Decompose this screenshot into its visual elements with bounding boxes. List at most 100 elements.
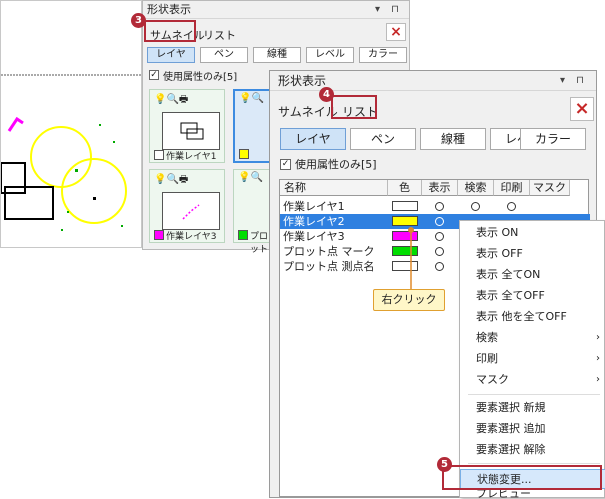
thumbnail-shape xyxy=(182,204,200,220)
segment-layer[interactable]: レイヤ xyxy=(280,128,346,150)
row-name: プロット点 測点名 xyxy=(283,260,375,273)
thumbnail-tool-icons: 💡🔍 xyxy=(238,172,263,183)
cad-point xyxy=(67,211,69,213)
row-color-swatch[interactable] xyxy=(392,201,418,211)
menu-item-search[interactable]: 検索 › xyxy=(460,328,605,348)
display-toggle-icon[interactable] xyxy=(435,217,444,226)
panel-title: 形状表示 xyxy=(278,74,327,88)
menu-item-display-on[interactable]: 表示 ON xyxy=(460,223,605,243)
row-name: プロット点 マーク xyxy=(283,245,375,258)
thumbnail-shape xyxy=(180,122,204,140)
menu-item-display-others-off[interactable]: 表示 他を全てOFF xyxy=(460,307,605,327)
cad-point xyxy=(93,197,96,200)
cad-yellow-circle-2 xyxy=(61,158,127,224)
menu-item-label: マスク xyxy=(476,373,509,386)
panel-title-bar: 形状表示 ▾ ⊓ xyxy=(270,71,596,91)
thumbnail-tool-icons: 💡🔍🖶 xyxy=(154,94,189,105)
chevron-right-icon: › xyxy=(596,353,600,364)
close-icon[interactable]: × xyxy=(570,97,594,121)
thumbnail-label: 作業レイヤ1 xyxy=(166,152,217,162)
thumbnail-color-swatch xyxy=(239,149,249,159)
search-toggle-icon[interactable] xyxy=(471,202,480,211)
chevron-right-icon: › xyxy=(596,332,600,343)
highlight-box-state-change xyxy=(442,465,602,490)
cad-point xyxy=(113,141,115,143)
row-name: 作業レイヤ1 xyxy=(283,200,345,213)
cad-point xyxy=(99,124,101,126)
segment-level[interactable]: レベル xyxy=(306,47,354,63)
display-toggle-icon[interactable] xyxy=(435,262,444,271)
menu-item-display-all-off[interactable]: 表示 全てOFF xyxy=(460,286,605,306)
filter-checkbox[interactable]: ✓ xyxy=(149,70,159,80)
cad-point xyxy=(121,225,123,227)
cad-point xyxy=(61,229,63,231)
row-color-swatch[interactable] xyxy=(392,216,418,226)
thumbnail-tool-icons: 💡🔍🖶 xyxy=(154,174,189,185)
right-click-callout: 右クリック xyxy=(373,289,445,311)
thumbnail-preview xyxy=(162,112,220,150)
tab-list[interactable]: リスト xyxy=(203,27,236,43)
display-toggle-icon[interactable] xyxy=(435,247,444,256)
column-header-search[interactable]: 検索 xyxy=(458,180,494,196)
thumbnail-label: 作業レイヤ3 xyxy=(166,232,217,242)
menu-item-select-remove[interactable]: 要素選択 解除 xyxy=(460,440,605,460)
menu-item-print[interactable]: 印刷 › xyxy=(460,349,605,369)
segment-linetype[interactable]: 線種 xyxy=(420,128,486,150)
chevron-right-icon: › xyxy=(596,374,600,385)
table-row[interactable]: 作業レイヤ1 xyxy=(280,199,590,214)
segment-pen[interactable]: ペン xyxy=(200,47,248,63)
panel-title-bar: 形状表示 ▾ ⊓ xyxy=(143,1,409,19)
cad-drawing xyxy=(1,74,141,231)
segment-layer[interactable]: レイヤ xyxy=(147,47,195,63)
callout-pointer xyxy=(408,227,414,290)
column-header-name[interactable]: 名称 xyxy=(280,180,388,196)
panel-title: 形状表示 xyxy=(147,3,191,16)
row-name: 作業レイヤ2 xyxy=(283,215,345,228)
segment-color[interactable]: カラー xyxy=(520,128,586,150)
menu-item-select-new[interactable]: 要素選択 新規 xyxy=(460,398,605,418)
step-badge-3: 3 xyxy=(131,13,146,28)
display-toggle-icon[interactable] xyxy=(435,202,444,211)
column-header-print[interactable]: 印刷 xyxy=(494,180,530,196)
thumbnail-color-swatch xyxy=(238,230,248,240)
thumbnail-card[interactable]: 💡🔍🖶 作業レイヤ3 xyxy=(149,169,225,243)
step-badge-5: 5 xyxy=(437,457,452,472)
menu-item-select-add[interactable]: 要素選択 追加 xyxy=(460,419,605,439)
close-icon[interactable]: × xyxy=(386,23,406,41)
filter-label: 使用属性のみ[5] xyxy=(295,158,377,171)
thumbnail-preview xyxy=(162,192,220,230)
menu-item-label: 検索 xyxy=(476,331,498,344)
segment-color[interactable]: カラー xyxy=(359,47,407,63)
menu-item-display-off[interactable]: 表示 OFF xyxy=(460,244,605,264)
column-header-color[interactable]: 色 xyxy=(388,180,422,196)
cad-rect-2 xyxy=(4,186,54,220)
pin-icon[interactable]: ▾ ⊓ xyxy=(560,71,588,91)
cad-magenta-stroke xyxy=(7,116,24,132)
thumbnail-color-swatch xyxy=(154,150,164,160)
column-header-display[interactable]: 表示 xyxy=(422,180,458,196)
filter-label: 使用属性のみ[5] xyxy=(163,72,238,83)
pin-icon[interactable]: ▾ ⊓ xyxy=(375,1,403,19)
row-name: 作業レイヤ3 xyxy=(283,230,345,243)
column-header-mask[interactable]: マスク xyxy=(530,180,570,196)
menu-item-label: 印刷 xyxy=(476,352,498,365)
highlight-box-list-tab xyxy=(331,95,377,119)
cad-point xyxy=(75,169,78,172)
print-toggle-icon[interactable] xyxy=(507,202,516,211)
menu-item-mask[interactable]: マスク › xyxy=(460,370,605,390)
menu-separator xyxy=(468,463,600,464)
segment-linetype[interactable]: 線種 xyxy=(253,47,301,63)
cad-canvas[interactable] xyxy=(0,0,142,248)
tab-thumbnail[interactable]: サムネイル xyxy=(278,103,338,120)
thumbnail-color-swatch xyxy=(154,230,164,240)
thumbnail-card[interactable]: 💡🔍🖶 作業レイヤ1 xyxy=(149,89,225,163)
menu-separator xyxy=(468,394,600,395)
step-badge-4: 4 xyxy=(319,87,334,102)
highlight-box-thumbnail-tab xyxy=(144,20,196,42)
filter-checkbox[interactable]: ✓ xyxy=(280,159,291,170)
segment-pen[interactable]: ペン xyxy=(350,128,416,150)
context-menu: 表示 ON 表示 OFF 表示 全てON 表示 全てOFF 表示 他を全てOFF… xyxy=(459,220,605,499)
menu-item-display-all-on[interactable]: 表示 全てON xyxy=(460,265,605,285)
display-toggle-icon[interactable] xyxy=(435,232,444,241)
cad-yellow-circle-1 xyxy=(30,126,92,188)
